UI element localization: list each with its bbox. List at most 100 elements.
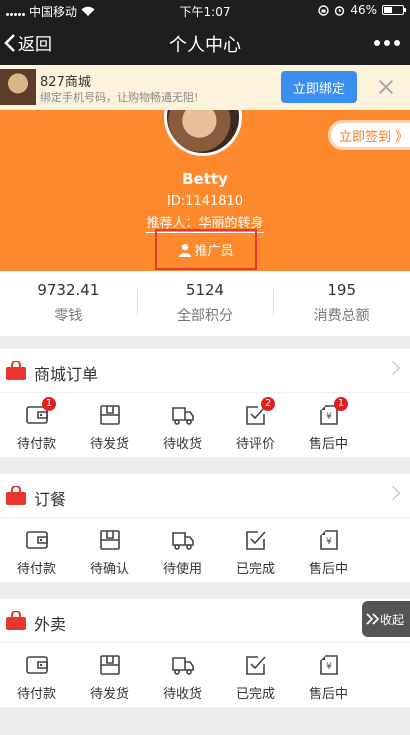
signin-button[interactable]: 立即签到 》 bbox=[328, 120, 410, 150]
stat-label: 全部积分 bbox=[177, 308, 233, 324]
order-status-item[interactable]: ¥ 售后中 bbox=[292, 643, 365, 707]
truck-icon bbox=[171, 657, 194, 675]
shop-avatar bbox=[0, 69, 36, 105]
bind-message: 绑定手机号码，让购物畅通无阻! bbox=[40, 91, 199, 104]
order-status-item[interactable]: 待评价 2 bbox=[219, 393, 292, 457]
box-icon bbox=[99, 530, 120, 550]
stat-value: 9732.41 bbox=[37, 281, 100, 299]
double-chevron-right-icon bbox=[366, 613, 380, 625]
stat-value: 195 bbox=[327, 281, 356, 299]
check-icon bbox=[245, 531, 266, 550]
order-status-item[interactable]: 待付款 bbox=[0, 643, 73, 707]
mall-orders-section: 商城订单 待付款 1 待发货 待收货 待评价 2 ¥ 售后中 1 bbox=[0, 349, 410, 457]
order-status-label: 已完成 bbox=[235, 562, 275, 577]
box-icon bbox=[99, 655, 120, 675]
battery-percent: 46% bbox=[350, 3, 377, 17]
role-label: 推广员 bbox=[194, 244, 234, 259]
section-title: 商城订单 bbox=[34, 365, 99, 384]
takeout-section: 外卖 待付款 待发货 待收货 已完成 ¥ 售后中 bbox=[0, 599, 410, 707]
user-id: ID:1141810 bbox=[166, 194, 244, 209]
collapse-button[interactable]: 收起 bbox=[362, 601, 410, 637]
stat-label: 零钱 bbox=[54, 308, 83, 324]
order-status-item[interactable]: 待付款 1 bbox=[0, 393, 73, 457]
section-title: 外卖 bbox=[34, 615, 67, 634]
shopping-bag-icon bbox=[6, 486, 26, 505]
count-badge: 1 bbox=[42, 397, 56, 411]
order-status-row: 待付款 待发货 待收货 已完成 ¥ 售后中 bbox=[0, 643, 410, 707]
order-status-item[interactable]: 待付款 bbox=[0, 518, 73, 582]
takeout-header[interactable]: 外卖 bbox=[0, 599, 410, 643]
chevron-right-icon bbox=[385, 360, 401, 376]
chevron-right-icon bbox=[385, 485, 401, 501]
battery-icon bbox=[382, 5, 406, 15]
order-status-label: 待收货 bbox=[162, 687, 202, 702]
order-status-label: 已完成 bbox=[235, 687, 275, 702]
order-status-label: 待付款 bbox=[16, 437, 56, 452]
nav-bar: 返回 个人中心 bbox=[0, 20, 410, 65]
order-status-label: 售后中 bbox=[308, 562, 348, 577]
truck-icon bbox=[171, 532, 194, 550]
order-status-item[interactable]: 待收货 bbox=[146, 393, 219, 457]
order-status-label: 待发货 bbox=[89, 437, 129, 452]
profile-header: 立即签到 》 Betty ID:1141810 推荐人：华丽的转身 推广员 bbox=[0, 110, 410, 271]
shopping-bag-icon bbox=[6, 611, 26, 630]
role-badge[interactable]: 推广员 bbox=[155, 229, 257, 270]
stat-label: 消费总额 bbox=[313, 308, 370, 324]
order-status-label: 待使用 bbox=[162, 562, 202, 577]
order-status-item[interactable]: ¥ 售后中 bbox=[292, 518, 365, 582]
stat-total-spent[interactable]: 195 消费总额 bbox=[273, 271, 410, 336]
user-icon bbox=[179, 243, 192, 257]
order-status-item[interactable]: 待发货 bbox=[73, 393, 146, 457]
order-status-label: 待确认 bbox=[89, 562, 129, 577]
svg-text:¥: ¥ bbox=[326, 537, 332, 547]
rotation-lock-icon bbox=[318, 4, 330, 16]
close-icon[interactable] bbox=[376, 77, 396, 97]
wallet-icon bbox=[25, 531, 48, 549]
order-status-label: 售后中 bbox=[308, 437, 348, 452]
stat-value: 5124 bbox=[185, 281, 225, 299]
svg-text:¥: ¥ bbox=[326, 662, 332, 672]
order-status-item[interactable]: 已完成 bbox=[219, 518, 292, 582]
stat-change[interactable]: 9732.41 零钱 bbox=[0, 271, 137, 336]
stat-points[interactable]: 5124 全部积分 bbox=[136, 271, 274, 336]
bind-phone-banner: 827商城 绑定手机号码，让购物畅通无阻! 立即绑定 bbox=[0, 65, 410, 110]
order-status-label: 售后中 bbox=[308, 687, 348, 702]
refund-icon: ¥ bbox=[319, 655, 338, 675]
more-icon[interactable] bbox=[374, 40, 400, 46]
status-bar: 中国移动 下午1:07 46% bbox=[0, 0, 410, 20]
order-status-label: 待收货 bbox=[162, 437, 202, 452]
bind-now-button[interactable]: 立即绑定 bbox=[281, 71, 357, 103]
order-status-row: 待付款 待确认 待使用 已完成 ¥ 售后中 bbox=[0, 518, 410, 582]
order-status-row: 待付款 1 待发货 待收货 待评价 2 ¥ 售后中 1 bbox=[0, 393, 410, 457]
order-status-label: 待付款 bbox=[16, 687, 56, 702]
mall-orders-header[interactable]: 商城订单 bbox=[0, 349, 410, 393]
shop-name: 827商城 bbox=[40, 75, 91, 90]
truck-icon bbox=[171, 407, 194, 425]
order-status-item[interactable]: 已完成 bbox=[219, 643, 292, 707]
order-status-item[interactable]: 待确认 bbox=[73, 518, 146, 582]
count-badge: 1 bbox=[334, 397, 348, 411]
order-status-label: 待评价 bbox=[235, 437, 275, 452]
collapse-label: 收起 bbox=[380, 612, 405, 627]
refund-icon: ¥ bbox=[319, 530, 338, 550]
order-status-item[interactable]: 待使用 bbox=[146, 518, 219, 582]
box-icon bbox=[99, 405, 120, 425]
order-status-label: 待付款 bbox=[16, 562, 56, 577]
section-title: 订餐 bbox=[34, 490, 67, 509]
check-icon bbox=[245, 656, 266, 675]
order-status-item[interactable]: ¥ 售后中 1 bbox=[292, 393, 365, 457]
page-title: 个人中心 bbox=[169, 35, 241, 56]
order-status-item[interactable]: 待收货 bbox=[146, 643, 219, 707]
dining-header[interactable]: 订餐 bbox=[0, 474, 410, 518]
order-status-label: 待发货 bbox=[89, 687, 129, 702]
shopping-bag-icon bbox=[6, 361, 26, 380]
user-name: Betty bbox=[182, 170, 228, 188]
count-badge: 2 bbox=[261, 397, 275, 411]
stats-bar: 9732.41 零钱 5124 全部积分 195 消费总额 bbox=[0, 271, 410, 336]
order-status-item[interactable]: 待发货 bbox=[73, 643, 146, 707]
dining-section: 订餐 待付款 待确认 待使用 已完成 ¥ 售后中 bbox=[0, 474, 410, 582]
avatar[interactable] bbox=[164, 110, 242, 156]
svg-text:¥: ¥ bbox=[326, 412, 332, 422]
wallet-icon bbox=[25, 656, 48, 674]
alarm-icon bbox=[335, 5, 345, 16]
